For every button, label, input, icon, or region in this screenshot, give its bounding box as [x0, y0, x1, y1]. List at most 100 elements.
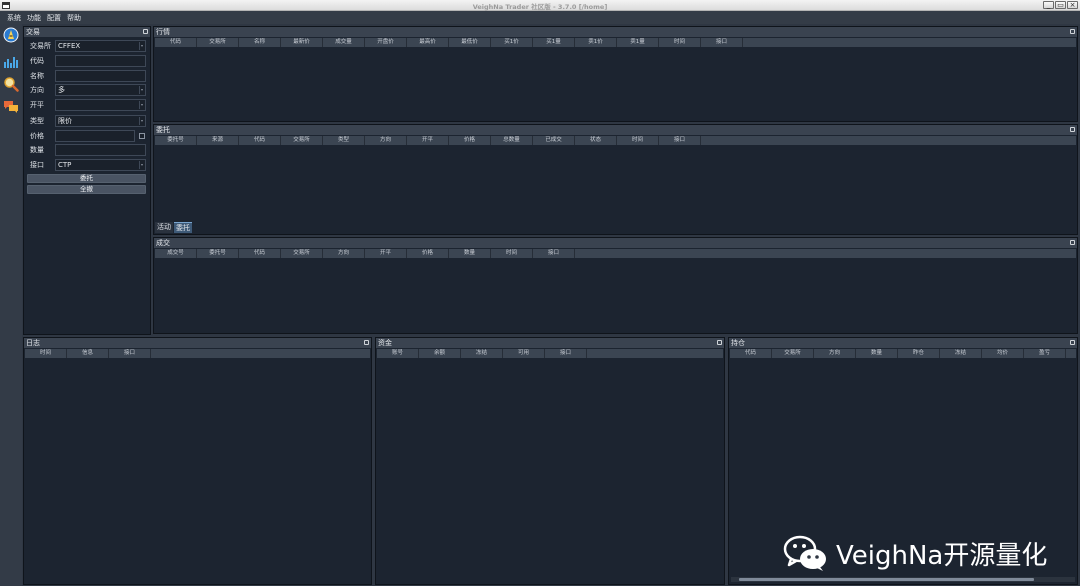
column-header[interactable]: 接口: [533, 249, 575, 258]
column-header[interactable]: 时间: [25, 349, 67, 358]
horizontal-scrollbar[interactable]: [731, 577, 1075, 582]
column-header[interactable]: 方向: [365, 136, 407, 145]
column-header[interactable]: 时间: [491, 249, 533, 258]
trade-panel-body: 交易所 CFFEX 代码 名称 方向 多 开平 类型 限价 价格 数量 接口 C…: [24, 37, 150, 334]
column-header[interactable]: 买1价: [491, 38, 533, 47]
column-header[interactable]: 交易所: [281, 249, 323, 258]
price-input[interactable]: [55, 130, 135, 142]
column-header[interactable]: 最低价: [449, 38, 491, 47]
column-header[interactable]: 代码: [155, 38, 197, 47]
column-header[interactable]: 时间: [659, 38, 701, 47]
column-header[interactable]: 数量: [449, 249, 491, 258]
float-icon[interactable]: [1070, 127, 1075, 132]
column-header[interactable]: 时间: [617, 136, 659, 145]
column-header[interactable]: 代码: [239, 136, 281, 145]
float-icon[interactable]: [717, 340, 722, 345]
column-header[interactable]: 开平: [365, 249, 407, 258]
column-header[interactable]: 来源: [197, 136, 239, 145]
float-icon[interactable]: [1070, 240, 1075, 245]
column-header[interactable]: 委托号: [155, 136, 197, 145]
column-header[interactable]: 类型: [323, 136, 365, 145]
exchange-combo[interactable]: CFFEX: [55, 40, 146, 52]
column-header[interactable]: 冻结: [461, 349, 503, 358]
column-header[interactable]: 卖1价: [575, 38, 617, 47]
scrollbar-thumb[interactable]: [739, 578, 1034, 581]
log-panel: 日志 时间 信息 接口: [23, 337, 372, 585]
log-panel-title: 日志: [24, 338, 371, 348]
offset-combo[interactable]: [55, 99, 146, 111]
column-header[interactable]: 代码: [239, 249, 281, 258]
chart-icon[interactable]: [3, 53, 19, 69]
close-button[interactable]: ×: [1067, 1, 1078, 9]
send-order-button[interactable]: 委托: [27, 174, 146, 183]
market-table-header: 代码 交易所 名称 最新价 成交量 开盘价 最高价 最低价 买1价 买1量 卖1…: [155, 38, 1076, 47]
column-header[interactable]: 开平: [407, 136, 449, 145]
column-header[interactable]: 信息: [67, 349, 109, 358]
price-checkbox[interactable]: [139, 133, 145, 139]
minimize-button[interactable]: _: [1043, 1, 1054, 9]
tab-active-orders[interactable]: 活动: [155, 222, 173, 233]
menu-help[interactable]: 帮助: [64, 11, 84, 23]
column-header[interactable]: 均价: [982, 349, 1024, 358]
column-header[interactable]: 可用: [503, 349, 545, 358]
type-label: 类型: [30, 117, 44, 125]
column-header[interactable]: 数量: [856, 349, 898, 358]
column-header[interactable]: 成交号: [155, 249, 197, 258]
column-header[interactable]: 成交量: [323, 38, 365, 47]
column-header[interactable]: 开盘价: [365, 38, 407, 47]
name-field[interactable]: [55, 70, 146, 82]
volume-input[interactable]: [55, 144, 146, 156]
direction-combo[interactable]: 多: [55, 84, 146, 96]
column-header-filler: [575, 249, 1076, 258]
column-header[interactable]: 价格: [407, 249, 449, 258]
search-icon[interactable]: [3, 76, 19, 92]
logo-icon[interactable]: [3, 27, 19, 43]
column-header[interactable]: 卖1量: [617, 38, 659, 47]
column-header[interactable]: 接口: [545, 349, 587, 358]
tab-all-orders[interactable]: 委托: [174, 222, 192, 233]
column-header[interactable]: 方向: [323, 249, 365, 258]
column-header[interactable]: 最新价: [281, 38, 323, 47]
float-icon[interactable]: [1070, 340, 1075, 345]
column-header[interactable]: 价格: [449, 136, 491, 145]
column-header[interactable]: 代码: [730, 349, 772, 358]
column-header-filler: [1066, 349, 1076, 358]
column-header[interactable]: 委托号: [197, 249, 239, 258]
column-header[interactable]: 昨仓: [898, 349, 940, 358]
column-header[interactable]: 名称: [239, 38, 281, 47]
type-combo[interactable]: 限价: [55, 115, 146, 127]
column-header[interactable]: 冻结: [940, 349, 982, 358]
column-header[interactable]: 账号: [377, 349, 419, 358]
column-header[interactable]: 总数量: [491, 136, 533, 145]
column-header[interactable]: 方向: [814, 349, 856, 358]
column-header[interactable]: 接口: [659, 136, 701, 145]
column-header[interactable]: 盈亏: [1024, 349, 1066, 358]
menu-system[interactable]: 系统: [0, 11, 24, 23]
column-header[interactable]: 交易所: [772, 349, 814, 358]
chat-icon[interactable]: [3, 99, 19, 115]
gateway-combo[interactable]: CTP: [55, 159, 146, 171]
symbol-input[interactable]: [55, 55, 146, 67]
column-header[interactable]: 状态: [575, 136, 617, 145]
maximize-button[interactable]: ▭: [1055, 1, 1066, 9]
float-icon[interactable]: [364, 340, 369, 345]
order-tabs: 活动 委托: [155, 222, 193, 233]
column-header[interactable]: 交易所: [197, 38, 239, 47]
chevron-down-icon: [139, 101, 144, 109]
market-panel-body: 代码 交易所 名称 最新价 成交量 开盘价 最高价 最低价 买1价 买1量 卖1…: [154, 37, 1077, 121]
column-header[interactable]: 接口: [701, 38, 743, 47]
column-header[interactable]: 交易所: [281, 136, 323, 145]
account-panel: 资金 账号 余额 冻结 可用 接口: [375, 337, 725, 585]
column-header[interactable]: 最高价: [407, 38, 449, 47]
float-icon[interactable]: [143, 29, 148, 34]
menu-function[interactable]: 功能: [24, 11, 44, 23]
column-header[interactable]: 余额: [419, 349, 461, 358]
column-header[interactable]: 已成交: [533, 136, 575, 145]
column-header[interactable]: 买1量: [533, 38, 575, 47]
chevron-down-icon: [139, 86, 144, 94]
column-header[interactable]: 接口: [109, 349, 151, 358]
float-icon[interactable]: [1070, 29, 1075, 34]
window-title: VeighNa Trader 社区版 - 3.7.0 [/home]: [472, 3, 608, 11]
cancel-all-button[interactable]: 全撤: [27, 185, 146, 194]
menu-config[interactable]: 配置: [44, 11, 64, 23]
